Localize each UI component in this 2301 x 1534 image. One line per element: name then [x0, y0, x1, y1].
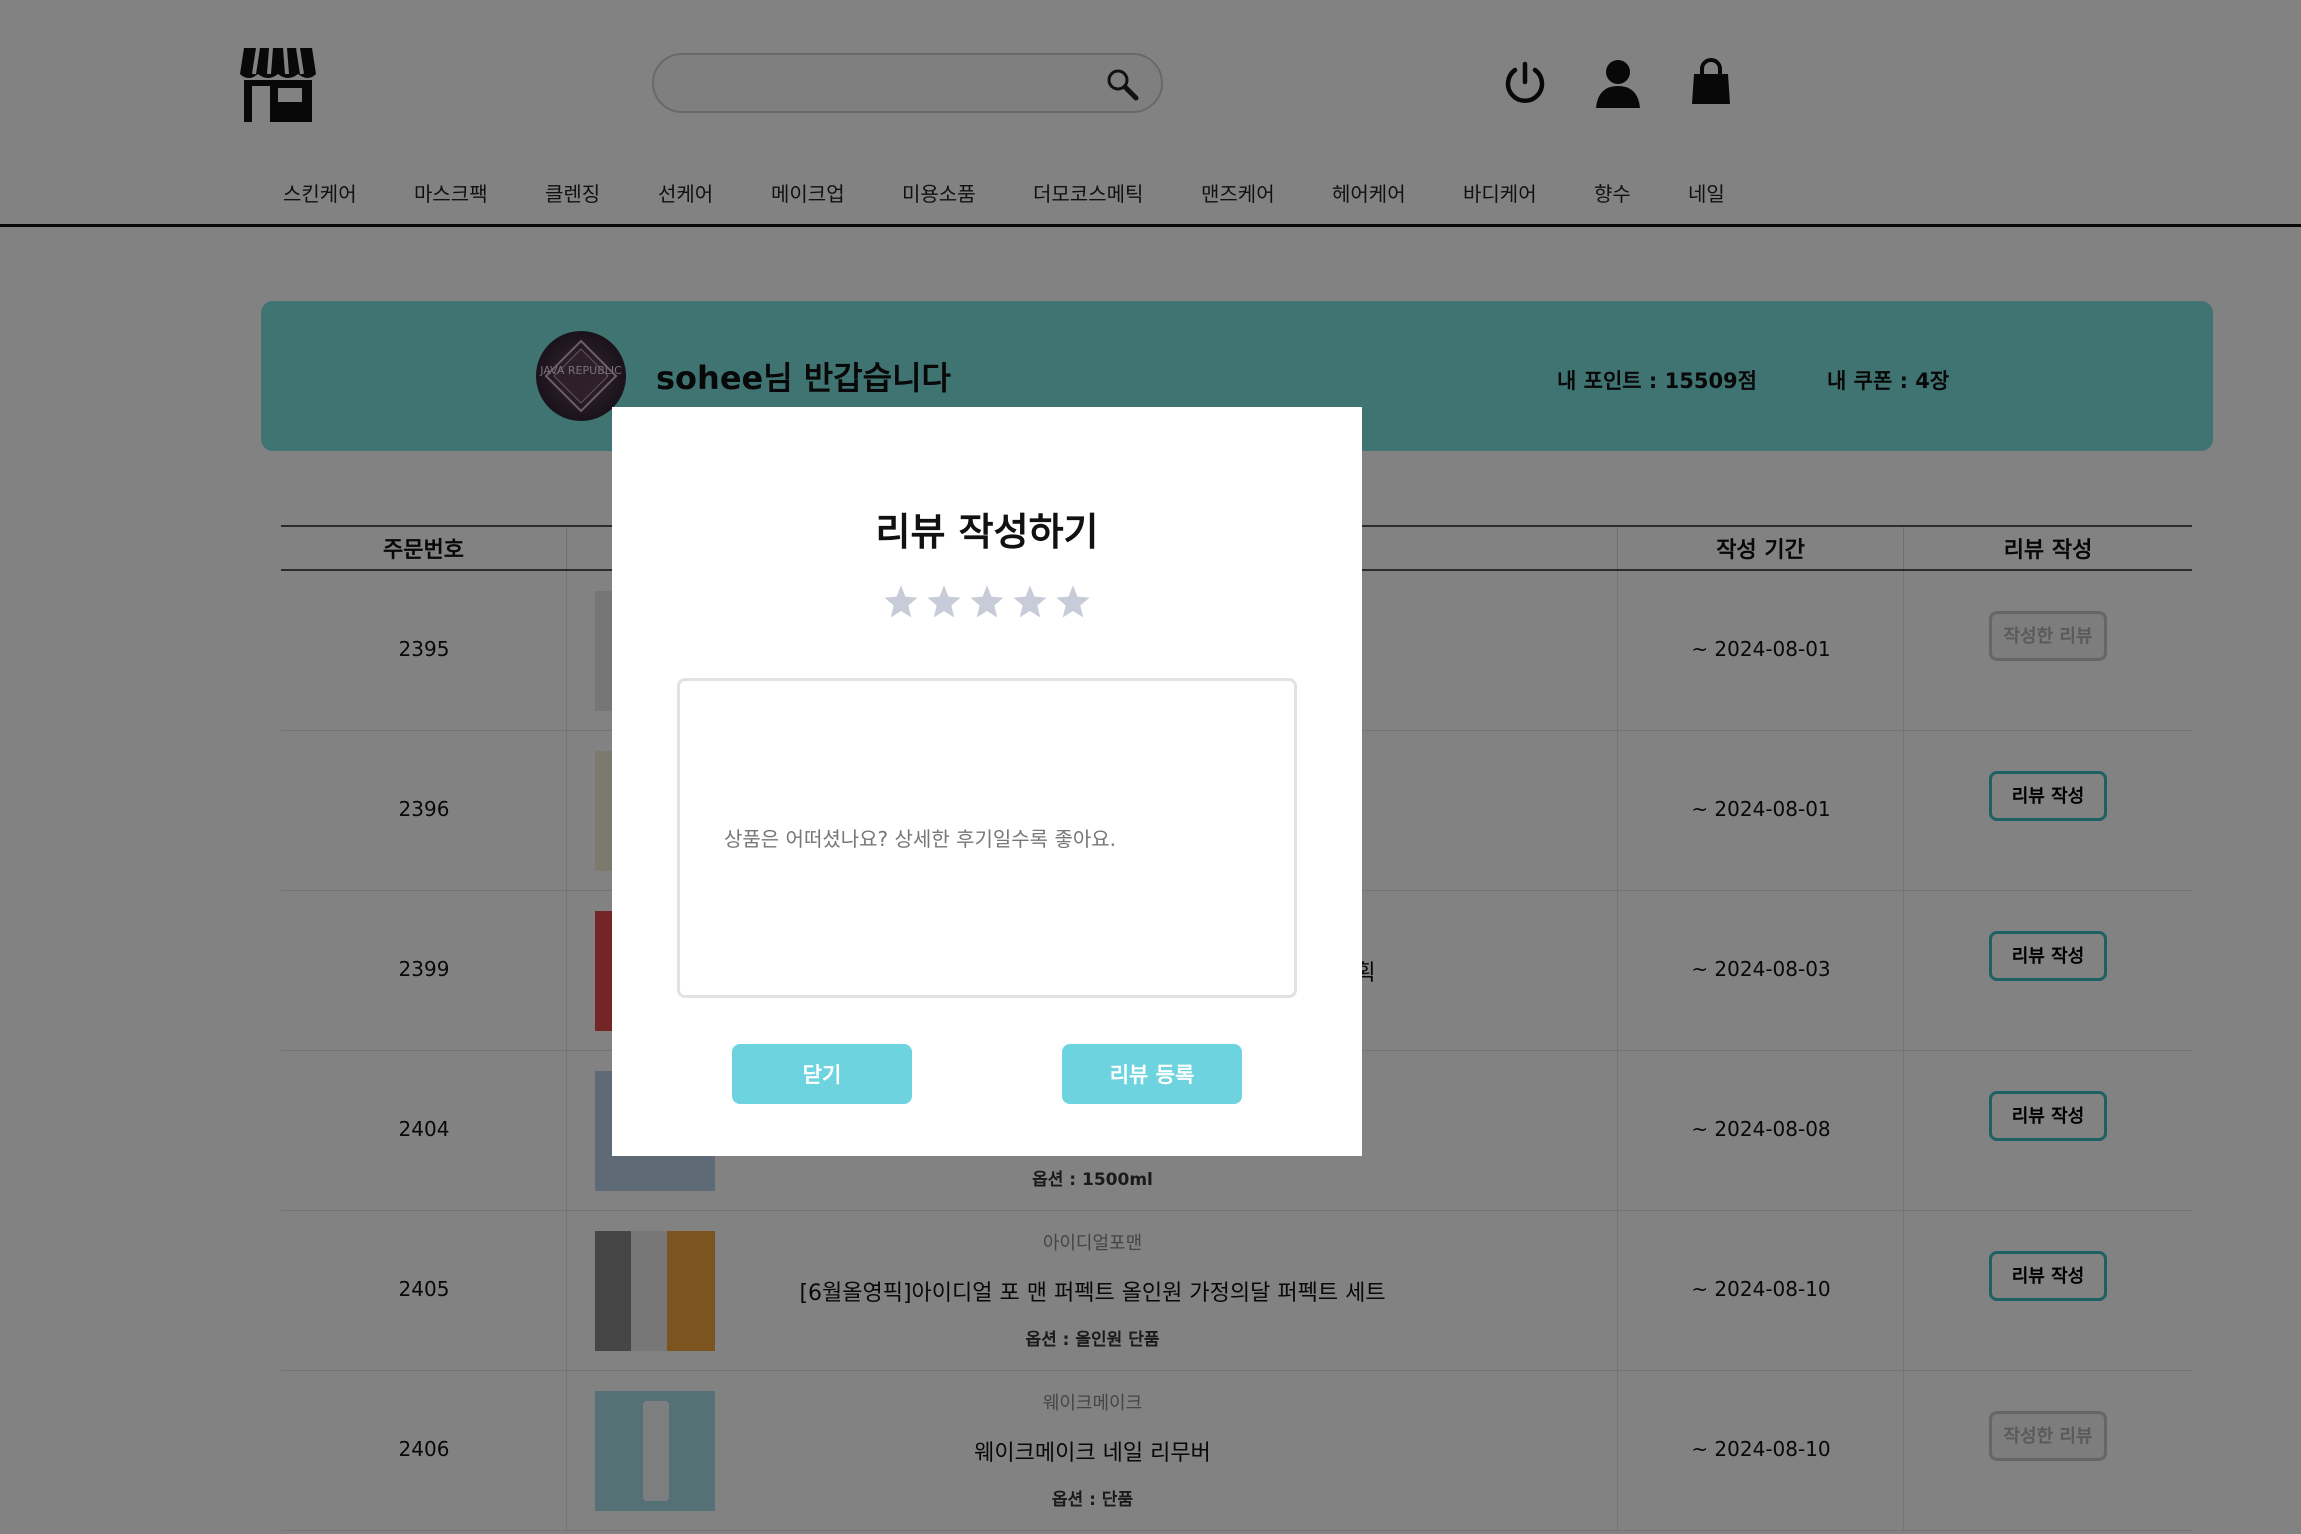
modal-title: 리뷰 작성하기 [875, 510, 1099, 554]
review-textarea[interactable] [677, 678, 1297, 998]
star-rating [882, 583, 1092, 631]
star-icon[interactable] [968, 583, 1006, 621]
submit-review-button[interactable]: 리뷰 등록 [1062, 1044, 1242, 1104]
review-modal: 리뷰 작성하기 닫기 리뷰 등록 [612, 407, 1362, 1156]
star-icon[interactable] [1054, 583, 1092, 621]
star-icon[interactable] [925, 583, 963, 621]
close-button[interactable]: 닫기 [732, 1044, 912, 1104]
star-icon[interactable] [1011, 583, 1049, 621]
star-icon[interactable] [882, 583, 920, 621]
